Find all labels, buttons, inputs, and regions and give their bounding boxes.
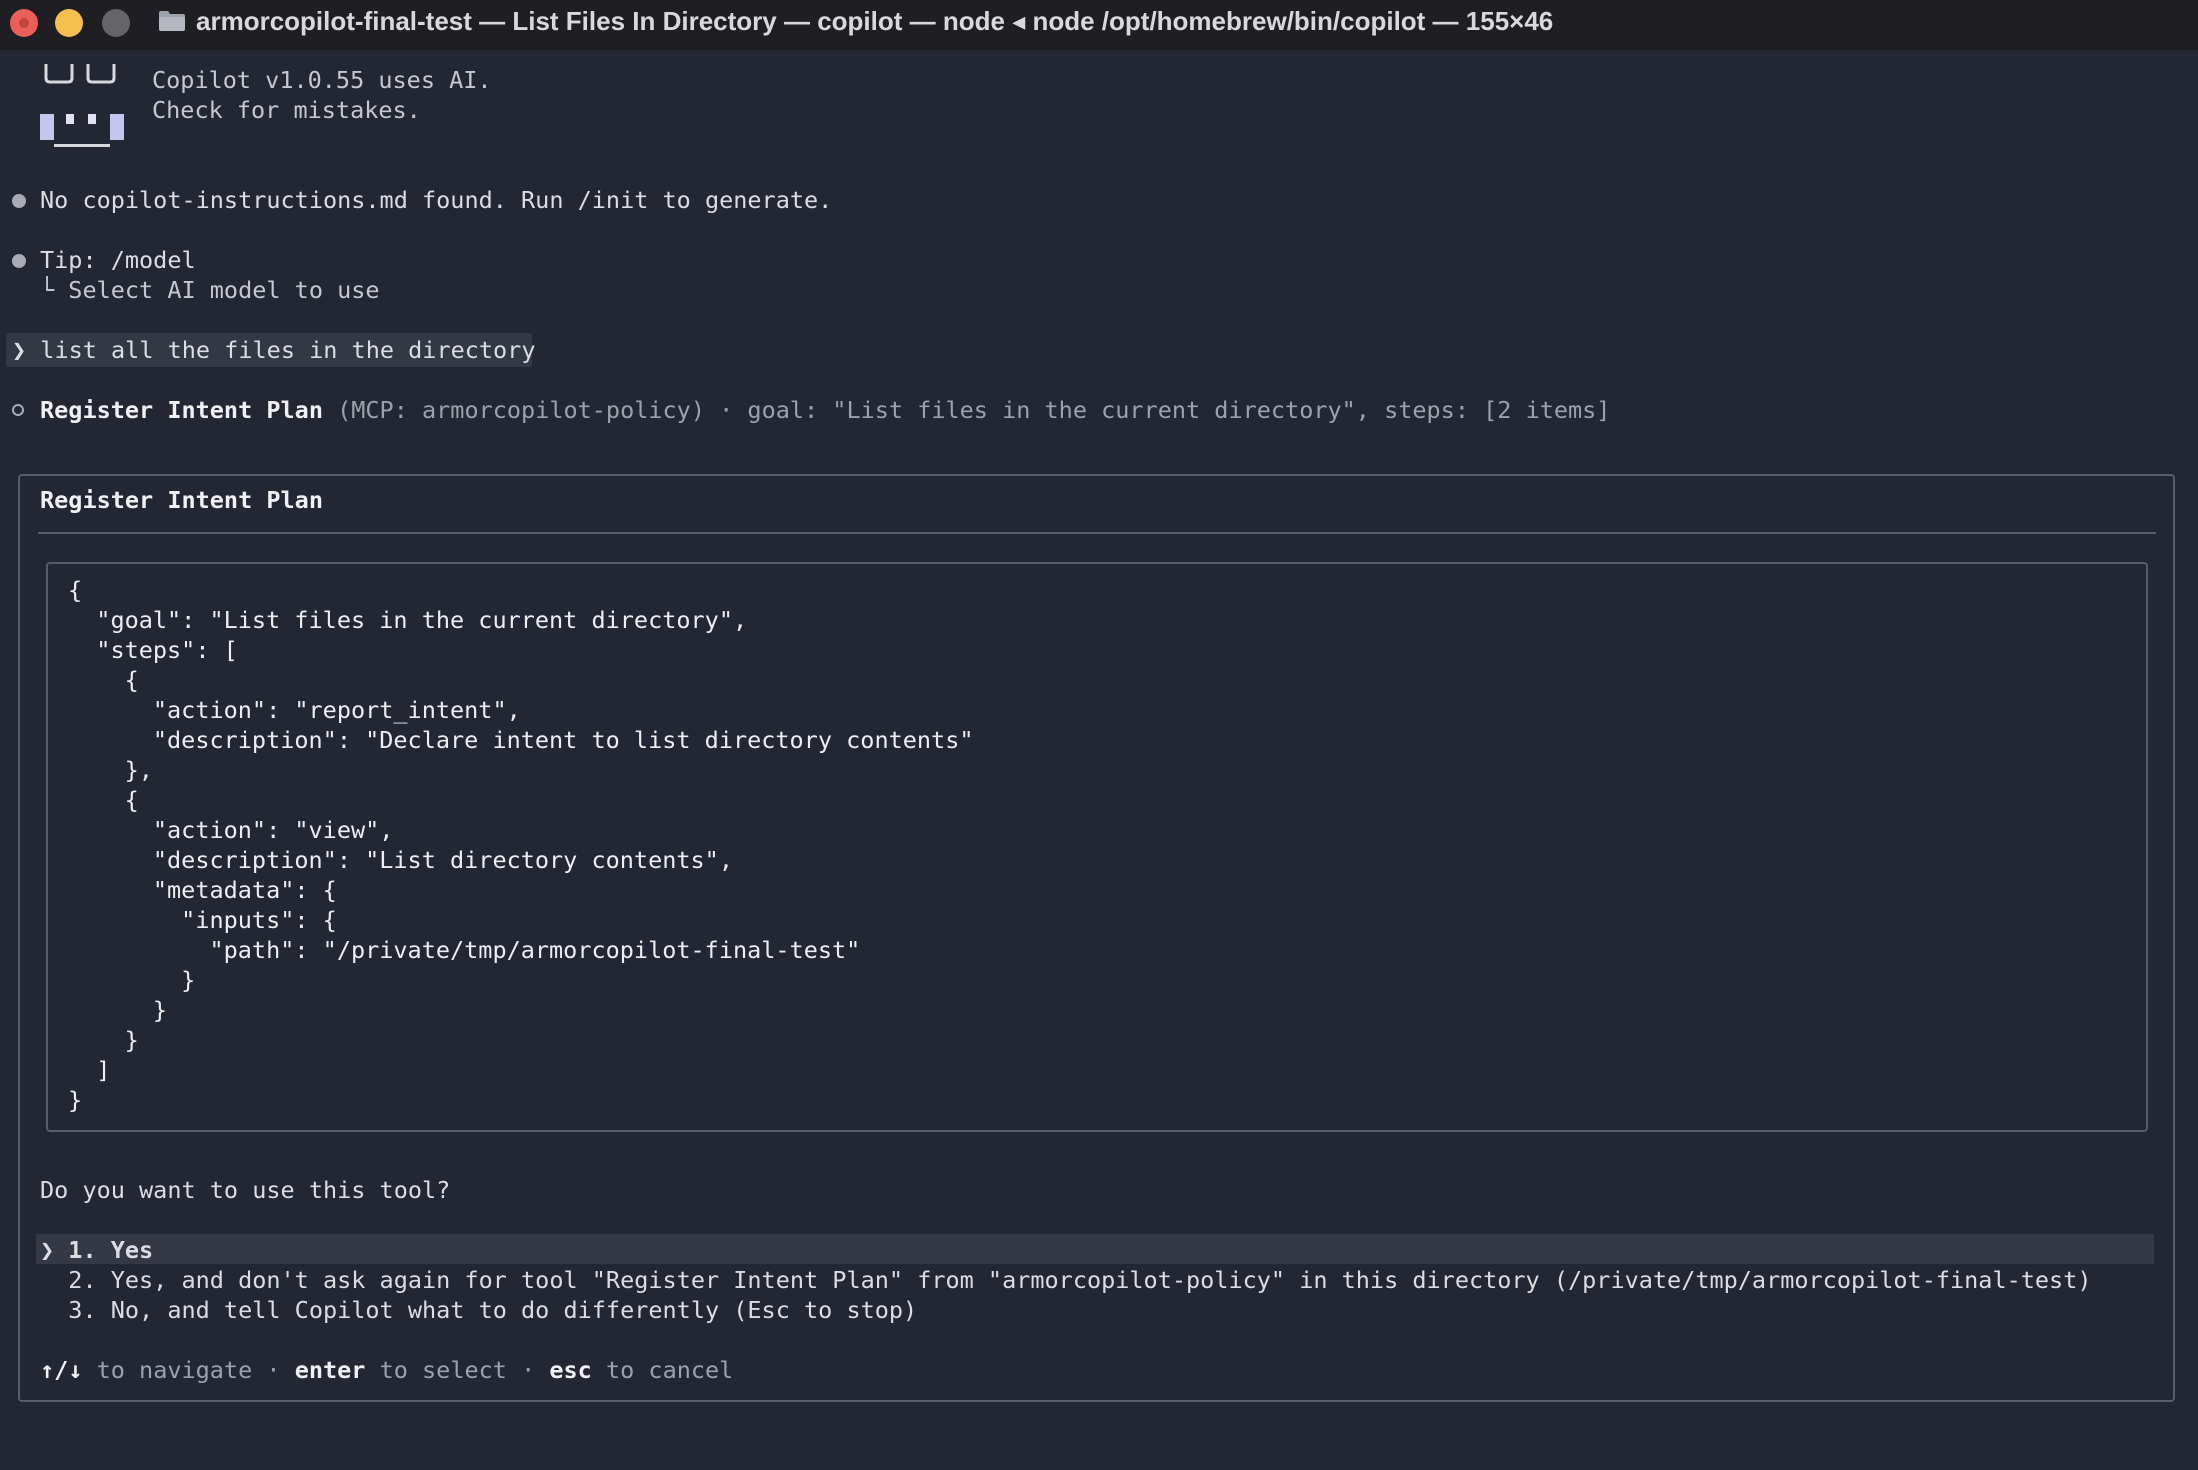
option-no[interactable]: 3. No, and tell Copilot what to do diffe…	[40, 1296, 917, 1324]
code-line: ]	[68, 1056, 111, 1084]
banner-warning: Check for mistakes.	[152, 96, 421, 124]
code-line: "action": "view",	[68, 816, 394, 844]
code-line: "goal": "List files in the current direc…	[68, 606, 748, 634]
window-titlebar: armorcopilot-final-test — List Files In …	[0, 0, 2198, 50]
tool-call-name: Register Intent Plan	[40, 396, 323, 424]
code-line: },	[68, 756, 153, 784]
option-yes-always[interactable]: 2. Yes, and don't ask again for tool "Re…	[40, 1266, 2091, 1294]
code-line: "description": "Declare intent to list d…	[68, 726, 974, 754]
banner-version: Copilot v1.0.55 uses AI.	[152, 66, 492, 94]
code-line: "action": "report_intent",	[68, 696, 521, 724]
esc-key: esc	[549, 1356, 592, 1384]
selected-option-highlight	[36, 1234, 2154, 1264]
code-line: }	[68, 1026, 139, 1054]
code-line: }	[68, 996, 168, 1024]
option-yes[interactable]: ❯ 1. Yes	[40, 1236, 153, 1264]
nav-keys: ↑/↓	[40, 1356, 83, 1384]
user-prompt: ❯ list all the files in the directory	[12, 336, 536, 364]
enter-hint-text: to select ·	[365, 1356, 550, 1384]
zoom-window-button[interactable]	[102, 9, 130, 37]
status-bullet	[12, 194, 26, 208]
enter-key: enter	[294, 1356, 366, 1384]
close-window-button[interactable]	[10, 9, 38, 37]
code-line: "path": "/private/tmp/armorcopilot-final…	[68, 936, 861, 964]
dialog-title: Register Intent Plan	[40, 486, 323, 514]
no-instructions-message: No copilot-instructions.md found. Run /i…	[40, 186, 833, 214]
code-line: "description": "List directory contents"…	[68, 846, 733, 874]
code-line: "steps": [	[68, 636, 238, 664]
approval-question: Do you want to use this tool?	[40, 1176, 451, 1204]
code-line: }	[68, 1086, 83, 1114]
code-line: {	[68, 576, 83, 604]
minimize-window-button[interactable]	[55, 9, 83, 37]
copilot-logo	[40, 64, 124, 147]
tool-call-line: Register Intent Plan (MCP: armorcopilot-…	[40, 396, 1610, 424]
tool-call-meta: (MCP: armorcopilot-policy) · goal: "List…	[322, 396, 1611, 424]
dialog-divider	[38, 532, 2156, 534]
code-line: "inputs": {	[68, 906, 337, 934]
nav-hint-text: to navigate ·	[82, 1356, 295, 1384]
keyboard-hint: ↑/↓ to navigate · enter to select · esc …	[40, 1356, 733, 1384]
folder-icon	[159, 11, 185, 31]
code-line: {	[68, 666, 139, 694]
pending-tool-bullet	[12, 404, 24, 416]
tip-bullet	[12, 254, 26, 268]
code-line: {	[68, 786, 139, 814]
terminal-content: Copilot v1.0.55 uses AI. Check for mista…	[0, 50, 2198, 1470]
esc-hint-text: to cancel	[591, 1356, 734, 1384]
tip-title: Tip: /model	[40, 246, 196, 274]
tip-detail: └ Select AI model to use	[40, 276, 380, 304]
code-line: }	[68, 966, 196, 994]
window-title: armorcopilot-final-test — List Files In …	[196, 6, 1554, 36]
code-line: "metadata": {	[68, 876, 337, 904]
